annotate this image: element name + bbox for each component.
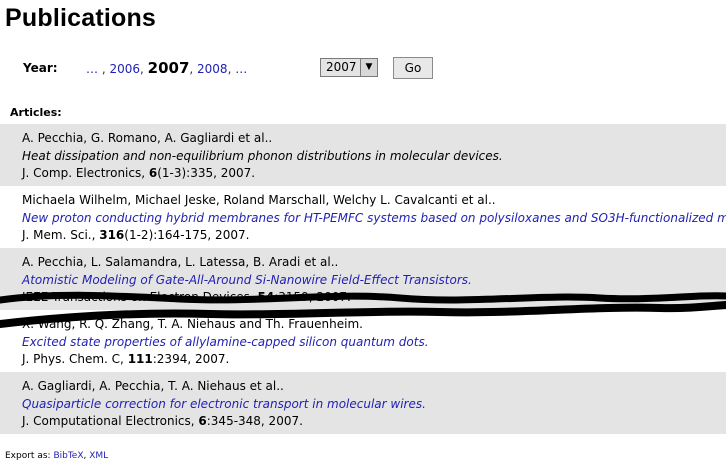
year-link-2006[interactable]: 2006 bbox=[109, 62, 140, 76]
year-next-ellipsis-link[interactable]: … bbox=[235, 62, 247, 76]
article-pages: :345-348, 2007. bbox=[206, 414, 303, 428]
list-item: X. Wang, R. Q. Zhang, T. A. Niehaus and … bbox=[0, 310, 726, 372]
year-select-value: 2007 bbox=[326, 60, 357, 74]
article-authors: Michaela Wilhelm, Michael Jeske, Roland … bbox=[22, 193, 496, 207]
list-item: A. Gagliardi, A. Pecchia, T. A. Niehaus … bbox=[0, 372, 726, 434]
article-journal: J. Computational Electronics, bbox=[22, 414, 199, 428]
go-button[interactable]: Go bbox=[393, 57, 433, 79]
year-links: … , 2006, 2007, 2008, … bbox=[86, 59, 248, 77]
article-title: Heat dissipation and non-equilibrium pho… bbox=[22, 149, 503, 163]
article-journal: IEEE Transactions on Electron Devices, bbox=[22, 290, 258, 304]
list-item: Michaela Wilhelm, Michael Jeske, Roland … bbox=[0, 186, 726, 248]
article-pages: (1-3):335, 2007. bbox=[157, 166, 256, 180]
article-title-link[interactable]: Atomistic Modeling of Gate-All-Around Si… bbox=[22, 273, 472, 287]
article-authors: A. Pecchia, G. Romano, A. Gagliardi et a… bbox=[22, 131, 273, 145]
article-journal: J. Comp. Electronics, bbox=[22, 166, 149, 180]
year-prev-ellipsis-link[interactable]: … bbox=[86, 62, 98, 76]
export-bar: Export as: BibTeX, XML bbox=[5, 451, 109, 461]
article-title-link[interactable]: Quasiparticle correction for electronic … bbox=[22, 397, 426, 411]
article-authors: X. Wang, R. Q. Zhang, T. A. Niehaus and … bbox=[22, 317, 363, 331]
year-link-2008[interactable]: 2008 bbox=[197, 62, 228, 76]
article-volume: 6 bbox=[198, 414, 207, 428]
export-xml-link[interactable]: XML bbox=[89, 451, 108, 461]
page-title: Publications bbox=[5, 4, 157, 32]
article-title-link[interactable]: New proton conducting hybrid membranes f… bbox=[22, 211, 726, 225]
article-volume: 111 bbox=[127, 352, 153, 366]
year-selector: Year: … , 2006, 2007, 2008, … 2007 ▼ Go bbox=[23, 55, 723, 83]
article-pages: (1-2):164-175, 2007. bbox=[124, 228, 250, 242]
article-title-link[interactable]: Excited state properties of allylamine-c… bbox=[22, 335, 429, 349]
article-reference: J. Comp. Electronics, 6(1-3):335, 2007. bbox=[22, 166, 255, 180]
chevron-down-icon[interactable]: ▼ bbox=[360, 59, 377, 76]
article-authors: A. Gagliardi, A. Pecchia, T. A. Niehaus … bbox=[22, 379, 284, 393]
year-label: Year: bbox=[23, 61, 58, 75]
export-bibtex-link[interactable]: BibTeX bbox=[53, 451, 83, 461]
article-volume: 316 bbox=[99, 228, 125, 242]
article-list: A. Pecchia, G. Romano, A. Gagliardi et a… bbox=[0, 124, 726, 434]
article-journal: J. Phys. Chem. C, bbox=[22, 352, 128, 366]
article-journal: J. Mem. Sci., bbox=[22, 228, 100, 242]
article-reference: J. Phys. Chem. C, 111:2394, 2007. bbox=[22, 352, 229, 366]
article-volume: 54 bbox=[257, 290, 275, 304]
article-reference: J. Mem. Sci., 316(1-2):164-175, 2007. bbox=[22, 228, 249, 242]
article-pages: :3159, 2007. bbox=[274, 290, 351, 304]
articles-label: Articles: bbox=[10, 106, 62, 119]
article-volume: 6 bbox=[148, 166, 158, 180]
list-item: A. Pecchia, G. Romano, A. Gagliardi et a… bbox=[0, 124, 726, 186]
article-authors: A. Pecchia, L. Salamandra, L. Latessa, B… bbox=[22, 255, 339, 269]
article-pages: :2394, 2007. bbox=[152, 352, 230, 366]
year-current: 2007 bbox=[147, 59, 190, 77]
export-label: Export as: bbox=[5, 451, 51, 461]
article-reference: J. Computational Electronics, 6:345-348,… bbox=[22, 414, 303, 428]
year-select[interactable]: 2007 ▼ bbox=[320, 58, 378, 77]
list-item: A. Pecchia, L. Salamandra, L. Latessa, B… bbox=[0, 248, 726, 310]
article-reference: IEEE Transactions on Electron Devices, 5… bbox=[22, 290, 351, 304]
